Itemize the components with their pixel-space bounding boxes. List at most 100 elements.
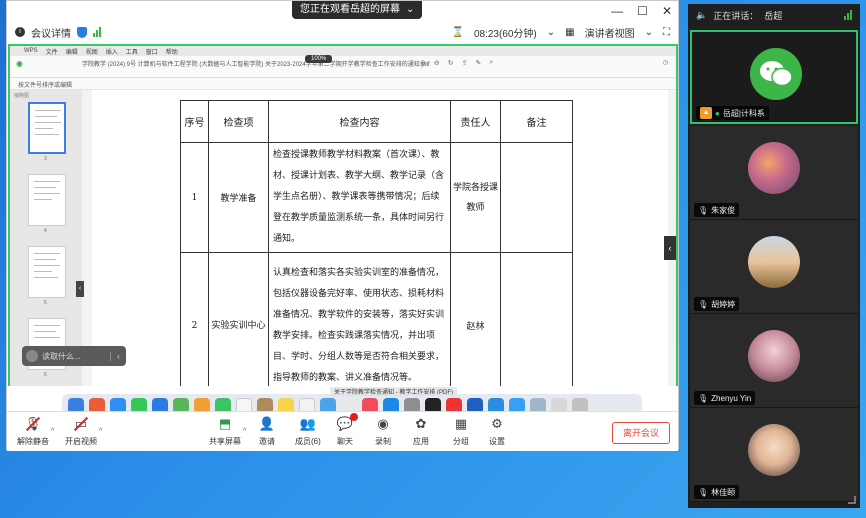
chat-label: 聊天 xyxy=(337,437,353,446)
thumbnail-number: 3 xyxy=(44,156,47,162)
share-banner-text: 您正在观看岳超的屏幕 xyxy=(300,4,400,15)
minimize-button[interactable]: — xyxy=(611,4,623,18)
avatar xyxy=(748,330,800,382)
resize-grip-icon[interactable] xyxy=(848,496,856,504)
menubar-item: 窗口 xyxy=(145,49,158,56)
record-icon: ◉ xyxy=(377,416,389,431)
chevron-down-icon[interactable]: ⌄ xyxy=(645,27,653,38)
participant-tile[interactable]: 🎙 Zhenyu Yin xyxy=(690,314,858,408)
participant-tile[interactable]: 🎙 胡婷婷 xyxy=(690,220,858,314)
menubar-item: 视图 xyxy=(85,49,98,56)
chevron-down-icon[interactable]: ⌄ xyxy=(547,27,555,38)
avatar xyxy=(748,236,800,288)
page-thumbnail xyxy=(28,102,66,154)
record-label: 录制 xyxy=(375,437,391,446)
table-row: 1 教学准备 检查授课教师教学材料教案（首次课）、教材、授课计划表、教学大纲、教… xyxy=(180,142,573,253)
thumbnail-number: 5 xyxy=(44,300,47,306)
view-mode-select[interactable]: 演讲者视图 xyxy=(585,25,635,40)
rotate-icon: ↻ xyxy=(447,60,454,67)
table-cell: 检查授课教师教学材料教案（首次课）、教材、授课计划表、教学大纲、教学记录（含学生… xyxy=(268,142,451,253)
maximize-button[interactable]: ☐ xyxy=(637,4,648,18)
share-screen-button[interactable]: ⬒ 共享屏幕 xyxy=(209,416,241,447)
participant-name: Zhenyu Yin xyxy=(711,393,752,403)
meeting-timer[interactable]: 08:23(60分钟) xyxy=(474,25,537,40)
table-cell: 实验实训中心 xyxy=(208,252,269,386)
invite-label: 邀请 xyxy=(259,437,275,446)
share-options-caret[interactable]: ^ xyxy=(243,428,246,435)
participant-name: 胡婷婷 xyxy=(711,299,736,309)
microphone-muted-icon: 🎙 xyxy=(698,487,709,497)
speaking-name: 岳超 xyxy=(764,10,783,21)
participant-tile[interactable]: 🎙 林佳颐 xyxy=(690,408,858,502)
audio-options-caret[interactable]: ^ xyxy=(51,428,54,435)
page-thumbnail xyxy=(28,174,66,226)
pane-toggle-icon: ‹ xyxy=(76,281,84,297)
pdf-header: ◉ 学院教学 (2024) 9号 计算机与软件工程学院 (大数据与人工智能学院)… xyxy=(10,55,676,78)
participant-gallery: 🔈 正在讲话： 岳超 ▲ ● 岳超|计科系 🎙 朱家俊 🎙 胡婷婷 🎙 Zhen… xyxy=(688,4,860,508)
table-header-row: 序号 检查项 检查内容 责任人 备注 xyxy=(180,100,573,143)
zoom-indicator: 100% xyxy=(305,55,333,63)
avatar xyxy=(748,142,800,194)
info-icon[interactable]: i xyxy=(15,27,25,37)
settings-label: 设置 xyxy=(489,437,505,446)
share-icon: ⇪ xyxy=(461,60,468,67)
pdf-page: 序号 检查项 检查内容 责任人 备注 1 教学准备 检查授课教师教学材料教案（首… xyxy=(92,90,668,386)
thumbnail-label: 缩略图 xyxy=(14,93,30,99)
unmute-label: 解除静音 xyxy=(17,437,49,446)
invite-user-icon: 👤 xyxy=(258,416,276,431)
share-label: 共享屏幕 xyxy=(209,437,241,446)
apps-label: 应用 xyxy=(413,437,429,446)
zoom-in-icon: ⊕ xyxy=(420,60,426,67)
share-screen-icon: ⬒ xyxy=(218,416,232,431)
collapse-gallery-button[interactable]: ‹ xyxy=(664,236,676,260)
participants-button[interactable]: 👥 成员(6) xyxy=(295,416,321,447)
table-cell: 教学准备 xyxy=(208,142,269,253)
table-cell: 学院各授课教师 xyxy=(450,142,501,253)
unmute-button[interactable]: 🎙 解除静音 xyxy=(17,416,49,447)
leave-meeting-button[interactable]: 离开会议 xyxy=(612,422,670,444)
close-button[interactable]: ✕ xyxy=(662,4,672,18)
microphone-icon xyxy=(26,350,38,362)
wps-logo-icon: ◉ xyxy=(16,59,23,68)
meeting-toolbar: 🎙 解除静音 ^ ▭ 开启视频 ^ ⬒ 共享屏幕 ^ 👤 邀请 👥 成员(6) … xyxy=(7,411,678,451)
remote-menubar: WPS 文件 编辑 视图 插入 工具 窗口 帮助 xyxy=(10,46,676,56)
participant-namebar: ▲ ● 岳超|计科系 xyxy=(696,106,769,120)
start-video-button[interactable]: ▭ 开启视频 xyxy=(65,416,97,447)
participant-tile[interactable]: 🎙 朱家俊 xyxy=(690,126,858,220)
menubar-item: 编辑 xyxy=(65,49,78,56)
settings-button[interactable]: ⚙ 设置 xyxy=(489,416,505,447)
participant-namebar: 🎙 Zhenyu Yin xyxy=(694,391,756,405)
chat-button[interactable]: 💬 聊天 xyxy=(337,413,358,447)
gear-icon: ⚙ xyxy=(491,416,503,431)
thumbnail-number: 6 xyxy=(44,372,47,378)
thumbnail-pane: 缩略图 3 4 5 6 xyxy=(10,90,82,386)
speaker-icon: 🔈 xyxy=(696,9,708,20)
chevron-left-icon[interactable]: ‹ xyxy=(110,351,126,361)
network-signal-icon[interactable] xyxy=(93,27,101,37)
avatar xyxy=(750,48,802,100)
meeting-topbar: i 会议详情 ⌛ 08:23(60分钟) ⌄ ▦ 演讲者视图 ⌄ ⛶ xyxy=(7,21,678,43)
participant-name: 岳超|计科系 xyxy=(722,108,765,118)
screen-share-banner[interactable]: 您正在观看岳超的屏幕 ⌄ xyxy=(292,1,423,19)
wechat-icon xyxy=(760,61,793,87)
invite-button[interactable]: 👤 邀请 xyxy=(259,416,275,447)
pen-icon: ✎ xyxy=(475,60,482,67)
video-options-caret[interactable]: ^ xyxy=(99,428,102,435)
meeting-info-link[interactable]: 会议详情 xyxy=(31,25,71,40)
fullscreen-icon[interactable]: ⛶ xyxy=(663,27,670,38)
network-signal-icon xyxy=(844,10,852,20)
breakout-button[interactable]: ▦ 分组 xyxy=(453,416,469,447)
document-title: 学院教学 (2024) 9号 计算机与软件工程学院 (大数据与人工智能学院) 关… xyxy=(82,62,430,68)
apps-button[interactable]: ✿ 应用 xyxy=(413,416,429,447)
participants-label: 成员(6) xyxy=(295,437,321,446)
microphone-muted-icon: 🎙 xyxy=(25,416,41,432)
table-cell: 2 xyxy=(180,252,209,386)
floating-pill-text: 读取什么... xyxy=(42,351,81,361)
record-button[interactable]: ◉ 录制 xyxy=(375,416,391,447)
column-header: 检查内容 xyxy=(268,100,451,143)
floating-speaker-pill[interactable]: 读取什么... ‹ xyxy=(22,346,126,366)
apps-icon: ✿ xyxy=(415,416,427,431)
share-menu-caret-icon[interactable]: ⌄ xyxy=(406,1,414,19)
security-shield-icon[interactable] xyxy=(77,26,87,38)
participant-tile[interactable]: ▲ ● 岳超|计科系 xyxy=(690,30,858,124)
